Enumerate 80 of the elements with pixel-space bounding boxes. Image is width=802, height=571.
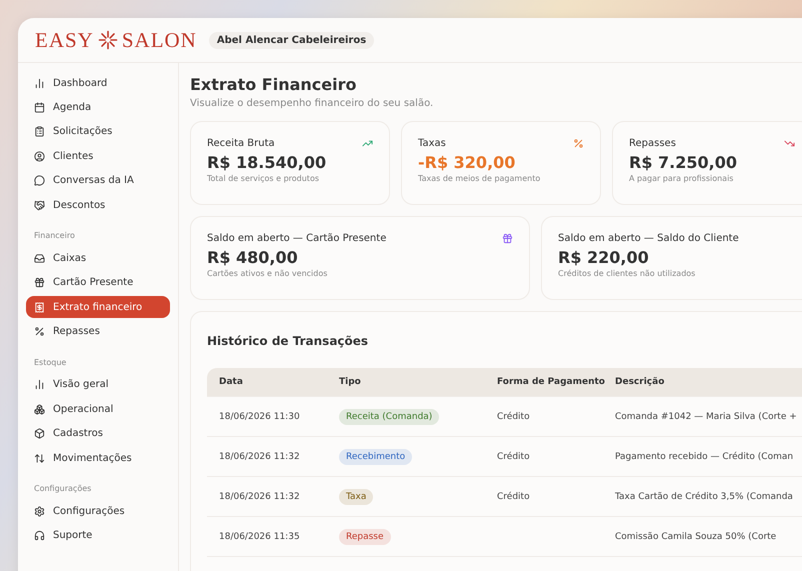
column-header: Data: [219, 377, 244, 387]
stat-value: -R$ 320,00: [418, 153, 516, 172]
column-header: Forma de Pagamento: [497, 377, 606, 387]
stat-note: Taxas de meios de pagamento: [418, 174, 542, 183]
inbox-icon: [34, 252, 45, 264]
page-subtitle: Visualize o desempenho financeiro do seu salão.: [190, 98, 434, 109]
balance-label: Saldo em aberto — Cartão Presente: [207, 233, 386, 244]
type-tag: Recebimento: [339, 448, 412, 464]
description-cell-text: Comanda #1042 — Maria Silva (Corte +: [615, 412, 798, 422]
handshake-icon: [34, 200, 45, 211]
sidebar-item[interactable]: Configurações: [26, 500, 170, 522]
sidebar-item[interactable]: Conversas da IA: [26, 170, 170, 192]
sidebar-item[interactable]: Cadastros: [26, 422, 170, 445]
stat-label: Repasses: [629, 138, 676, 149]
headphones-icon: [34, 530, 45, 542]
payment-cell-text: Crédito: [497, 452, 531, 462]
sidebar-item[interactable]: Operacional: [26, 398, 170, 420]
sidebar-item[interactable]: Agenda: [26, 96, 170, 119]
type-tag: Repasse: [339, 528, 391, 544]
sidebar-item[interactable]: Extrato financeiro: [26, 296, 170, 318]
type-tag: Receita (Comanda): [339, 408, 440, 424]
balance-value: R$ 220,00: [558, 248, 650, 267]
balance-note: Cartões ativos e não vencidos: [207, 269, 328, 278]
description-cell-text: Pagamento recebido — Crédito (Coman: [615, 452, 794, 462]
stat-value: R$ 7.250,00: [629, 153, 738, 172]
chat-icon: [34, 175, 45, 186]
stat-value: R$ 18.540,00: [207, 153, 328, 172]
gift-icon: [34, 277, 45, 288]
trend-up-icon: [362, 138, 373, 149]
stat-label: Taxas: [418, 138, 446, 149]
date-cell-text: 18/06/2026 11:35: [219, 532, 301, 542]
sidebar-item[interactable]: Repasses: [26, 320, 170, 343]
percent-icon: [34, 326, 45, 338]
payment-cell-text: Crédito: [497, 492, 531, 502]
page-title: Extrato Financeiro: [190, 75, 358, 94]
section-title: Estoque: [33, 356, 68, 369]
logo-text: SALON: [122, 28, 197, 52]
chart-icon: [34, 379, 45, 390]
section-title: Configurações: [33, 483, 92, 496]
business-name: Abel Alencar Cabeleireiros: [208, 32, 374, 48]
sidebar-item[interactable]: Cartão Presente: [26, 272, 170, 294]
balance-label: Saldo em aberto — Saldo do Cliente: [558, 233, 739, 244]
box-icon: [34, 428, 45, 440]
logo-text: EASY: [35, 28, 94, 52]
chart-icon: [34, 78, 45, 89]
sidebar-item[interactable]: Visão geral: [26, 374, 170, 396]
sidebar-item[interactable]: Clientes: [26, 145, 170, 168]
history-title: Histórico de Transações: [207, 334, 370, 348]
sidebar-item[interactable]: Descontos: [26, 194, 170, 216]
user-icon: [34, 150, 45, 162]
sidebar-item[interactable]: Caixas: [26, 247, 170, 270]
flower-logo-icon: [98, 30, 118, 50]
trend-down-icon: [784, 138, 795, 149]
date-cell-text: 18/06/2026 11:30: [219, 412, 301, 422]
boxes-icon: [34, 404, 45, 415]
calendar-icon: [34, 102, 45, 114]
stat-note: Total de serviços e produtos: [207, 174, 320, 183]
sidebar-item[interactable]: Solicitações: [26, 120, 170, 143]
balance-note: Créditos de clientes não utilizados: [558, 269, 696, 278]
date-cell-text: 18/06/2026 11:32: [219, 492, 301, 502]
stat-note: A pagar para profissionais: [629, 174, 734, 183]
sidebar-item[interactable]: Movimentações: [26, 447, 170, 470]
stat-label: Receita Bruta: [207, 138, 275, 149]
receipt-icon: [34, 302, 45, 313]
date-cell-text: 18/06/2026 11:32: [219, 452, 301, 462]
sidebar-item[interactable]: Dashboard: [26, 72, 170, 94]
column-header: Tipo: [339, 377, 362, 387]
section-title: Financeiro: [33, 230, 76, 242]
balance-value: R$ 480,00: [207, 248, 299, 267]
percent-icon: [573, 138, 584, 149]
description-cell-text: Taxa Cartão de Crédito 3,5% (Comanda: [615, 492, 794, 502]
arrows-icon: [34, 452, 45, 464]
description-cell-text: Comissão Camila Souza 50% (Corte: [615, 532, 778, 542]
gift-icon: [502, 233, 513, 244]
column-header: Descrição: [615, 377, 666, 387]
payment-cell-text: Crédito: [497, 412, 531, 422]
type-tag: Taxa: [339, 488, 374, 504]
sidebar-item[interactable]: Suporte: [26, 524, 170, 547]
settings-icon: [34, 506, 45, 517]
clipboard-icon: [34, 126, 45, 138]
